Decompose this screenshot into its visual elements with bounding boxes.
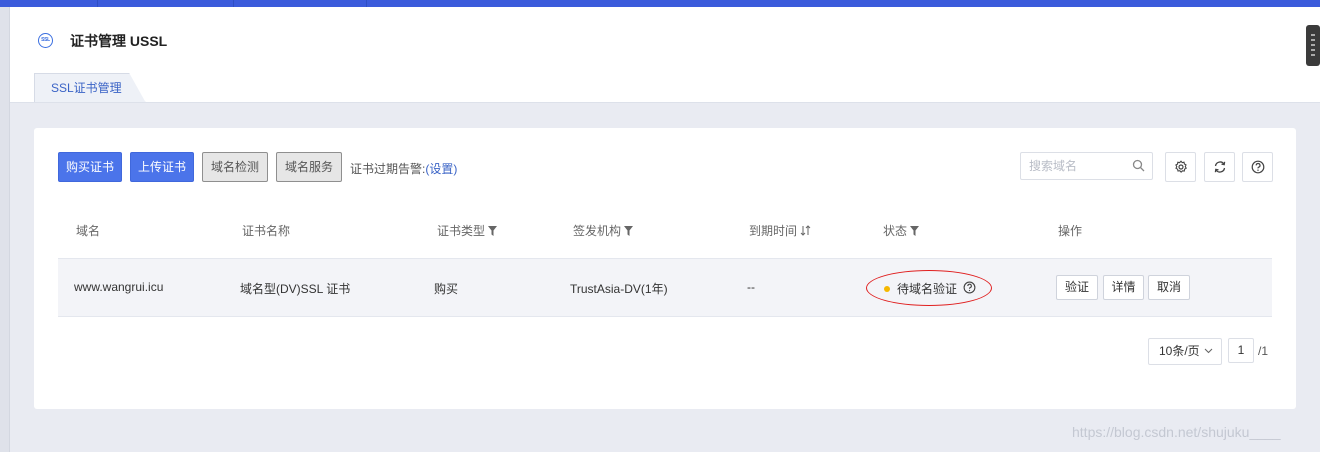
filter-icon[interactable] [910, 226, 920, 236]
expiry-alert: 证书过期告警:(设置) [350, 160, 457, 177]
page-size-select[interactable]: 10条/页 [1148, 338, 1222, 365]
top-bar-divider [97, 0, 98, 7]
status-help-icon[interactable] [963, 281, 976, 294]
refresh-button[interactable] [1204, 152, 1235, 182]
cell-domain: www.wangrui.icu [74, 280, 164, 294]
column-cert-type-label: 证书类型 [437, 224, 486, 238]
domain-service-button[interactable]: 域名服务 [276, 152, 342, 182]
expiry-alert-label: 证书过期告警: [350, 162, 426, 176]
top-bar-divider [366, 0, 367, 7]
filter-icon[interactable] [488, 226, 498, 236]
status-text: 待域名验证 [897, 282, 958, 296]
cert-list-card: 购买证书 上传证书 域名检测 域名服务 证书过期告警:(设置) 搜索域名 域名 … [34, 128, 1296, 409]
watermark: https://blog.csdn.net/shujuku____ [1072, 424, 1281, 440]
question-icon [1251, 160, 1264, 174]
page-size-value: 10条/页 [1159, 344, 1200, 358]
details-button[interactable]: 详情 [1103, 275, 1144, 300]
status-badge: 待域名验证 [866, 270, 992, 306]
filter-icon[interactable] [624, 226, 634, 236]
page-title: 证书管理 USSL [70, 33, 168, 49]
search-icon[interactable] [1132, 159, 1145, 172]
column-status[interactable]: 状态 [883, 222, 920, 239]
cell-expire: -- [747, 280, 755, 294]
column-expire[interactable]: 到期时间 [749, 222, 811, 239]
table-header: 域名 证书名称 证书类型 签发机构 到期时间 状态 操作 [58, 212, 1272, 259]
column-cert-type[interactable]: 证书类型 [437, 222, 498, 239]
page-header: SSL 证书管理 USSL SSL证书管理 [10, 7, 1320, 103]
column-issuer[interactable]: 签发机构 [573, 222, 634, 239]
page-total: /1 [1258, 344, 1269, 358]
cell-issuer: TrustAsia-DV(1年) [570, 282, 668, 296]
expiry-alert-settings-link[interactable]: (设置) [425, 162, 457, 176]
domain-search-box [1020, 152, 1153, 180]
column-cert-name: 证书名称 [242, 224, 291, 238]
cell-cert-name: 域名型(DV)SSL 证书 [240, 282, 351, 296]
gear-icon [1174, 160, 1187, 173]
help-button[interactable] [1242, 152, 1273, 182]
cancel-button[interactable]: 取消 [1148, 275, 1190, 300]
chevron-down-icon [1204, 348, 1213, 354]
status-dot [884, 286, 890, 292]
column-issuer-label: 签发机构 [573, 224, 622, 238]
header-divider [10, 102, 1320, 103]
search-input[interactable] [1029, 153, 1129, 179]
upload-cert-button[interactable]: 上传证书 [130, 152, 194, 182]
side-widget-handle[interactable] [1306, 25, 1320, 66]
cell-cert-type: 购买 [434, 282, 459, 296]
sort-icon[interactable] [800, 225, 811, 236]
domain-check-button[interactable]: 域名检测 [202, 152, 268, 182]
column-expire-label: 到期时间 [749, 224, 798, 238]
refresh-icon [1214, 161, 1225, 173]
tab-ssl-cert-management[interactable]: SSL证书管理 [34, 73, 146, 103]
left-sidebar-edge [0, 7, 10, 452]
buy-cert-button[interactable]: 购买证书 [58, 152, 122, 182]
column-actions: 操作 [1058, 224, 1083, 238]
top-bar [0, 0, 1320, 7]
column-domain: 域名 [76, 224, 101, 238]
ssl-icon: SSL [38, 33, 53, 48]
page-number-input[interactable]: 1 [1228, 338, 1254, 363]
settings-button[interactable] [1165, 152, 1196, 182]
top-bar-divider [233, 0, 234, 7]
column-status-label: 状态 [883, 224, 908, 238]
table-row: www.wangrui.icu 域名型(DV)SSL 证书 购买 TrustAs… [58, 259, 1272, 317]
verify-button[interactable]: 验证 [1056, 275, 1098, 300]
